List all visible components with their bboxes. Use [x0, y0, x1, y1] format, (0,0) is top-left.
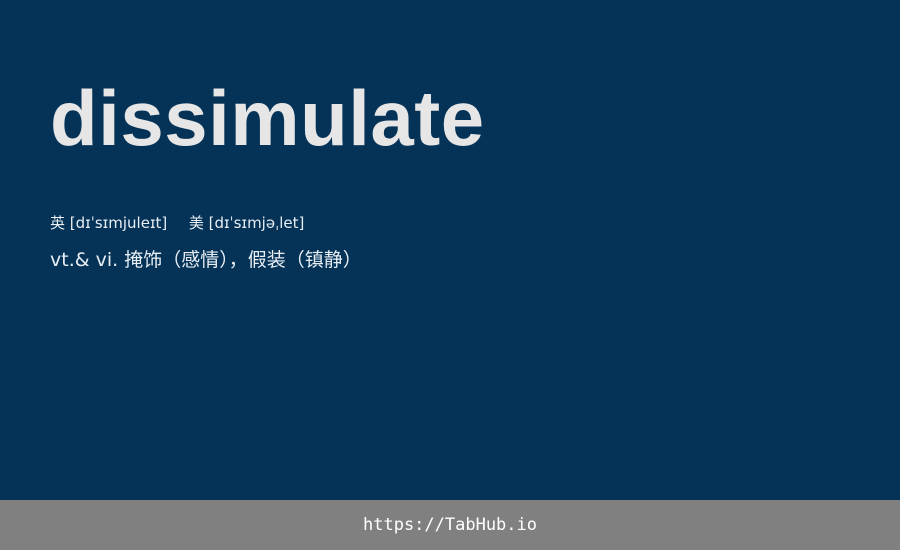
footer-bar: https://TabHub.io — [0, 500, 900, 550]
word-card: dissimulate 英 [dɪˈsɪmjuleɪt] 美 [dɪˈsɪmjə… — [0, 0, 900, 550]
uk-ipa: [dɪˈsɪmjuleɪt] — [69, 214, 168, 232]
headword: dissimulate — [50, 74, 485, 162]
definition-text: vt.& vi. 掩饰（感情），假装（镇静） — [50, 249, 362, 271]
uk-label: 英 — [50, 214, 66, 232]
us-label: 美 — [188, 214, 204, 232]
pronunciation-line: 英 [dɪˈsɪmjuleɪt] 美 [dɪˈsɪmjəˌlet] — [50, 212, 304, 234]
us-ipa: [dɪˈsɪmjəˌlet] — [208, 214, 305, 232]
footer-link[interactable]: https://TabHub.io — [363, 515, 537, 535]
